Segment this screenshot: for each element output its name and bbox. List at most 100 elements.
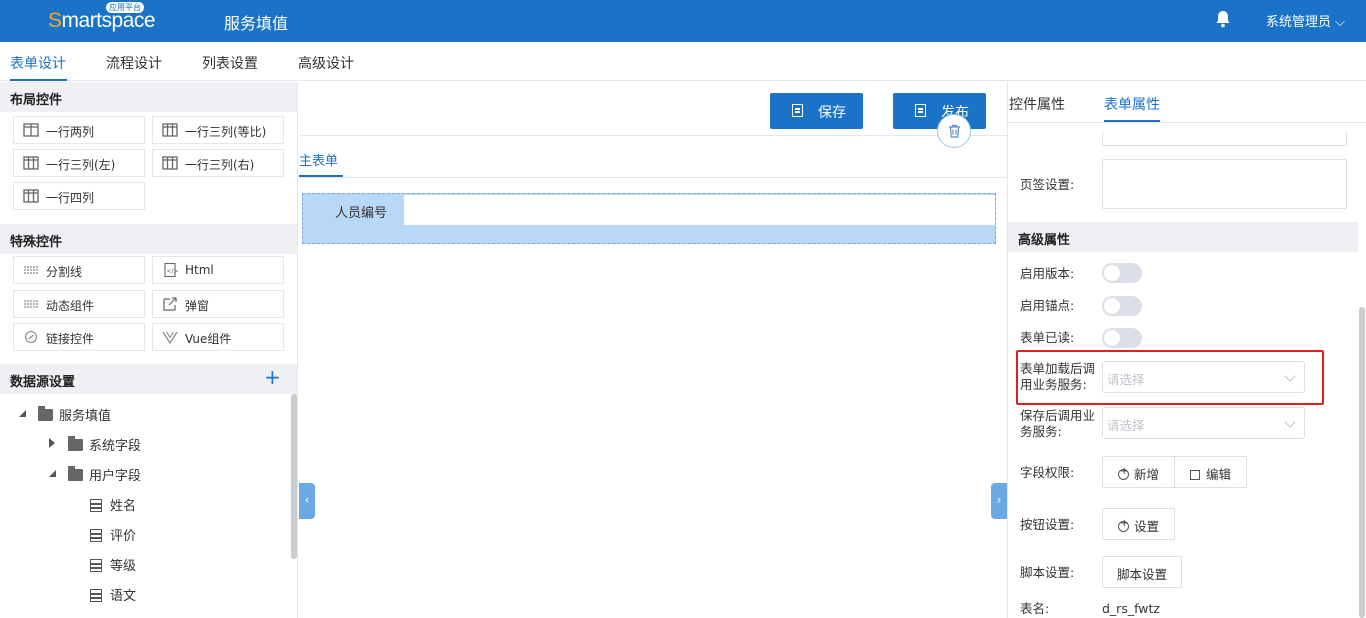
add-label: 新增 [1133,467,1159,482]
chevron-down-icon [1284,416,1296,428]
ctrl-three-cols-equal[interactable]: 一行三列(等比) [152,116,284,144]
ctrl-label: 一行两列 [46,125,95,139]
tree-field-grade[interactable]: 等级 [90,555,136,574]
bell-icon[interactable] [1213,9,1233,29]
ctrl-html[interactable]: </> Html [152,256,284,284]
ctrl-label: 一行三列(等比) [185,125,267,139]
select-placeholder: 请选择 [1107,418,1145,433]
tab-form-design[interactable]: 表单设计 [10,53,66,73]
divider [299,135,1007,136]
ctrl-label: Html [185,263,214,277]
active-tab-indicator [10,79,67,81]
edit-permission-button[interactable]: 编辑 [1174,456,1247,488]
link-icon [24,330,38,344]
columns-icon [162,123,178,137]
ctrl-three-cols-right[interactable]: 一行三列(右) [152,149,284,177]
employee-id-input[interactable] [404,195,995,225]
caret-expanded-icon[interactable] [18,409,27,418]
caret-expanded-icon[interactable] [48,469,57,478]
edit-icon [1189,470,1200,480]
tab-form-properties[interactable]: 表单属性 [1104,94,1160,114]
properties-panel: 控件属性 表单属性 页签设置: 高级属性 启用版本: 启用锚点: 表单已读: 表… [1007,82,1366,618]
ctrl-vue-component[interactable]: Vue组件 [152,323,284,351]
ctrl-link[interactable]: 链接控件 [13,323,145,351]
tab-control-properties[interactable]: 控件属性 [1009,94,1065,114]
ctrl-one-row-two-cols[interactable]: 一行两列 [13,116,145,144]
tab-main-form[interactable]: 主表单 [299,150,338,169]
ctrl-dynamic-component[interactable]: 动态组件 [13,290,145,318]
tree-node-label: 系统字段 [89,439,142,454]
after-save-service-select[interactable]: 请选择 [1102,407,1305,439]
tree-field-evaluation[interactable]: 评价 [90,525,136,544]
tab-flow-design[interactable]: 流程设计 [106,53,162,73]
page-sign-textarea[interactable] [1102,159,1347,209]
field-icon [90,499,102,512]
divider [299,177,1007,178]
advanced-properties-header: 高级属性 [1008,222,1358,252]
form-readonly-label: 表单已读: [1020,330,1075,345]
field-permission-label: 字段权限: [1020,465,1075,480]
script-settings-button[interactable]: 脚本设置 [1102,556,1182,588]
collapse-left-panel-button[interactable]: ‹ [299,483,315,519]
chevron-left-icon: ‹ [304,493,310,507]
columns-icon [23,123,39,137]
chevron-down-icon: ⌵ [1331,15,1346,30]
document-icon [915,104,926,117]
folder-icon [68,436,83,451]
ctrl-label: 弹窗 [185,299,210,313]
tree-field-label: 姓名 [110,499,137,514]
plus-circle-icon [1117,518,1129,532]
right-scrollbar[interactable] [1359,307,1365,618]
left-scrollbar[interactable] [291,394,297,559]
tree-node-user-fields[interactable]: 用户字段 [49,465,141,484]
columns-icon [162,156,178,170]
table-name-label: 表名: [1020,601,1050,616]
ctrl-divider[interactable]: 分割线 [13,256,145,284]
divider-icon [24,266,38,274]
button-settings-label: 按钮设置: [1020,517,1075,532]
button-settings-button[interactable]: 设置 [1102,508,1175,540]
folder-icon [68,466,83,481]
ctrl-label: Vue组件 [185,332,232,346]
ctrl-label: 动态组件 [46,299,95,313]
tree-node-system-fields[interactable]: 系统字段 [49,435,142,454]
tree-field-name[interactable]: 姓名 [90,495,136,514]
previous-textarea[interactable] [1102,132,1347,146]
edit-label: 编辑 [1205,467,1231,482]
form-canvas: 保存 发布 主表单 人员编号 ‹ › [299,82,1007,618]
ctrl-label: 分割线 [46,265,83,279]
save-button[interactable]: 保存 [770,93,863,129]
top-bar: Smartspace 应用平台 服务填值 系统管理员 ⌵ [0,0,1366,42]
highlight-box [1016,350,1324,405]
ctrl-label: 一行三列(左) [46,158,116,172]
divider-icon [24,300,38,308]
user-menu[interactable]: 系统管理员 ⌵ [1266,11,1345,30]
tree-node-root[interactable]: 服务填值 [19,405,111,424]
enable-version-label: 启用版本: [1020,266,1075,281]
collapse-right-panel-button[interactable]: › [991,483,1007,519]
tab-advanced-design[interactable]: 高级设计 [298,53,354,73]
enable-version-toggle[interactable] [1102,263,1142,283]
ctrl-four-cols[interactable]: 一行四列 [13,182,145,210]
tree-field-label: 等级 [110,559,137,574]
delete-row-button[interactable] [937,114,971,148]
svg-text:</>: </> [167,268,179,275]
add-datasource-plus-icon[interactable]: + [264,367,281,387]
field-label: 人员编号 [335,206,388,221]
ctrl-label: 链接控件 [46,332,95,346]
divider [1008,122,1366,123]
trash-icon [949,124,960,138]
vue-icon [162,331,178,344]
enable-anchor-toggle[interactable] [1102,296,1142,316]
add-permission-button[interactable]: 新增 [1102,456,1175,488]
left-panel: 布局控件 一行两列 一行三列(等比) 一行三列(左) 一行三列(右) 一行四列 … [0,82,298,618]
app-title: 服务填值 [224,14,289,33]
ctrl-label: 一行三列(右) [185,158,255,172]
ctrl-three-cols-left[interactable]: 一行三列(左) [13,149,145,177]
tab-list-settings[interactable]: 列表设置 [202,53,258,73]
selected-form-row[interactable]: 人员编号 [302,193,996,244]
tree-field-chinese[interactable]: 语文 [90,585,136,604]
ctrl-popup[interactable]: 弹窗 [152,290,284,318]
form-readonly-toggle[interactable] [1102,328,1142,348]
caret-collapsed-icon[interactable] [48,437,56,449]
